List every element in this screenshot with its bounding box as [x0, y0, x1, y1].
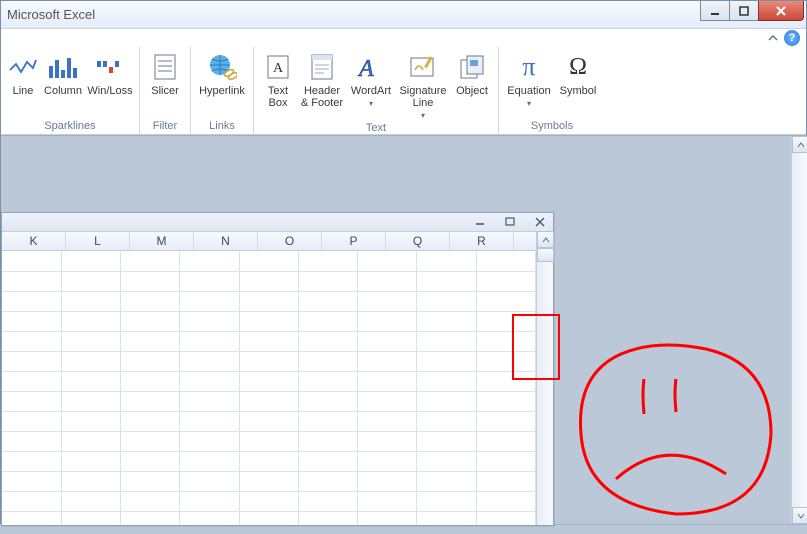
svg-text:A: A	[273, 61, 284, 76]
symbol-button[interactable]: Ω Symbol	[555, 49, 601, 111]
workbook-titlebar	[2, 213, 553, 231]
ribbon-group-filter: Slicer Filter	[140, 47, 191, 134]
cell-grid[interactable]	[2, 251, 536, 525]
window-title: Microsoft Excel	[7, 7, 95, 22]
column-header[interactable]: P	[322, 232, 386, 250]
ribbon-group-symbols: π Equation▾ Ω Symbol Symbols	[499, 47, 605, 134]
close-button[interactable]	[758, 1, 804, 21]
ribbon-group-links: Hyperlink Links	[191, 47, 254, 134]
dropdown-icon: ▾	[527, 99, 531, 108]
title-bar: Microsoft Excel	[1, 1, 806, 29]
ribbon-group-text: A Text Box Header & Footer A WordArt▾	[254, 47, 499, 134]
column-header[interactable]: K	[2, 232, 66, 250]
ribbon-minimize-icon[interactable]	[766, 31, 780, 45]
wordart-button[interactable]: A WordArt▾	[346, 49, 396, 111]
sparkline-column-button[interactable]: Column	[41, 49, 85, 111]
slicer-icon	[149, 51, 181, 83]
signature-line-button[interactable]: Signature Line▾	[396, 49, 450, 121]
split-handle[interactable]	[537, 248, 554, 262]
signature-line-icon	[407, 51, 439, 83]
sparkline-winloss-icon	[94, 51, 126, 83]
textbox-icon: A	[262, 51, 294, 83]
column-header[interactable]: Q	[386, 232, 450, 250]
header-footer-button[interactable]: Header & Footer	[298, 49, 346, 111]
column-header[interactable]: L	[66, 232, 130, 250]
workbook-window: K L M N O P Q R	[1, 212, 554, 526]
annotation-rectangle	[512, 314, 560, 380]
column-header[interactable]: O	[258, 232, 322, 250]
minimize-button[interactable]	[700, 1, 730, 21]
ribbon-group-label: Symbols	[499, 119, 605, 134]
sparkline-line-button[interactable]: Line	[5, 49, 41, 111]
textbox-button[interactable]: A Text Box	[258, 49, 298, 111]
hyperlink-button[interactable]: Hyperlink	[195, 49, 249, 111]
column-header[interactable]: R	[450, 232, 514, 250]
wordart-icon: A	[355, 51, 387, 83]
window-controls	[701, 1, 804, 21]
symbol-icon: Ω	[562, 51, 594, 83]
ribbon: Line Column Win/Loss Sparklines	[1, 47, 806, 135]
maximize-button[interactable]	[729, 1, 759, 21]
mdi-workarea: K L M N O P Q R	[1, 135, 807, 525]
app-scrollbar-vertical[interactable]	[791, 136, 807, 524]
sparkline-column-icon	[47, 51, 79, 83]
header-footer-icon	[306, 51, 338, 83]
scroll-up-icon[interactable]	[537, 231, 554, 248]
svg-text:A: A	[357, 56, 374, 80]
ribbon-group-label: Links	[191, 119, 253, 134]
sparkline-winloss-button[interactable]: Win/Loss	[85, 49, 135, 111]
dropdown-icon: ▾	[421, 111, 425, 120]
object-button[interactable]: Object	[450, 49, 494, 111]
ribbon-group-sparklines: Line Column Win/Loss Sparklines	[1, 47, 140, 134]
ribbon-group-label: Filter	[140, 119, 190, 134]
annotation-sad-face	[566, 334, 786, 534]
ribbon-group-label: Sparklines	[1, 119, 139, 134]
slicer-button[interactable]: Slicer	[144, 49, 186, 111]
equation-icon: π	[513, 51, 545, 83]
equation-button[interactable]: π Equation▾	[503, 49, 555, 111]
hyperlink-icon	[206, 51, 238, 83]
column-headers: K L M N O P Q R	[2, 231, 553, 251]
help-bar: ?	[1, 29, 806, 47]
dropdown-icon: ▾	[369, 99, 373, 108]
app-window: Microsoft Excel ? L	[0, 0, 807, 524]
sparkline-line-icon	[7, 51, 39, 83]
object-icon	[456, 51, 488, 83]
workbook-maximize-button[interactable]	[501, 216, 519, 228]
column-header[interactable]: N	[194, 232, 258, 250]
scroll-up-icon[interactable]	[792, 136, 807, 153]
scroll-down-icon[interactable]	[792, 507, 807, 524]
workbook-close-button[interactable]	[531, 216, 549, 228]
help-icon[interactable]: ?	[784, 30, 800, 46]
workbook-minimize-button[interactable]	[471, 216, 489, 228]
column-header[interactable]: M	[130, 232, 194, 250]
